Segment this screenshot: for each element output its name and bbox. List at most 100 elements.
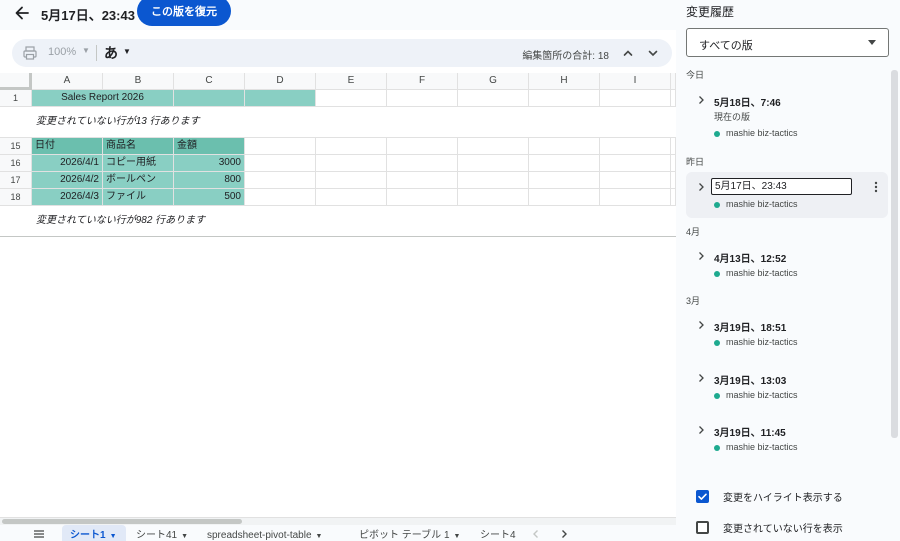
input-tools-select[interactable]: あ bbox=[104, 43, 118, 63]
cell[interactable] bbox=[387, 155, 458, 172]
column-header[interactable]: A bbox=[32, 73, 103, 90]
amount-cell[interactable]: 800 bbox=[174, 172, 245, 189]
cell[interactable] bbox=[316, 90, 387, 107]
unchanged-rows-notice[interactable]: 変更されていない行が13 行あります bbox=[0, 107, 676, 138]
cell[interactable] bbox=[458, 138, 529, 155]
cell[interactable] bbox=[458, 189, 529, 206]
version-name-input[interactable]: 5月17日、23:43 bbox=[711, 178, 852, 195]
sheet-tab[interactable]: シート41 ▼ bbox=[136, 525, 188, 541]
product-cell[interactable]: ボールペン bbox=[103, 172, 174, 189]
chevron-left-icon[interactable] bbox=[530, 528, 542, 540]
cell[interactable] bbox=[600, 138, 671, 155]
product-cell[interactable]: ファイル bbox=[103, 189, 174, 206]
cell[interactable] bbox=[316, 155, 387, 172]
report-title-cell[interactable]: Sales Report 2026 bbox=[32, 90, 174, 107]
sheet-tab[interactable]: シート4 bbox=[480, 525, 520, 541]
cell[interactable] bbox=[600, 172, 671, 189]
cell[interactable] bbox=[458, 172, 529, 189]
cell[interactable] bbox=[316, 172, 387, 189]
version-item[interactable]: 3月19日、18:51 mashie biz-tactics bbox=[686, 311, 888, 356]
chevron-right-icon[interactable] bbox=[696, 320, 706, 330]
version-item[interactable]: 4月13日、12:52 mashie biz-tactics bbox=[686, 242, 888, 287]
print-icon[interactable] bbox=[22, 45, 38, 61]
cell[interactable] bbox=[529, 90, 600, 107]
horizontal-scrollbar[interactable] bbox=[0, 517, 676, 525]
cell[interactable] bbox=[387, 172, 458, 189]
header-cell-date[interactable]: 日付 bbox=[32, 138, 103, 155]
panel-scrollbar[interactable] bbox=[891, 70, 898, 438]
cell[interactable] bbox=[600, 90, 671, 107]
sheet-tab[interactable]: シート1 ▼ bbox=[62, 525, 126, 541]
row-number[interactable]: 15 bbox=[0, 138, 32, 155]
cell[interactable] bbox=[245, 155, 316, 172]
column-header[interactable]: H bbox=[529, 73, 600, 90]
column-header[interactable]: D bbox=[245, 73, 316, 90]
restore-version-button[interactable]: この版を復元 bbox=[137, 0, 231, 26]
column-header[interactable]: E bbox=[316, 73, 387, 90]
row-number[interactable]: 17 bbox=[0, 172, 32, 189]
zoom-select[interactable]: 100% bbox=[48, 46, 76, 58]
cell[interactable] bbox=[245, 90, 316, 107]
chevron-right-icon[interactable] bbox=[696, 425, 706, 435]
scrollbar-thumb[interactable] bbox=[2, 519, 242, 524]
product-cell[interactable]: コピー用紙 bbox=[103, 155, 174, 172]
version-item[interactable]: 3月19日、13:03 mashie biz-tactics bbox=[686, 364, 888, 409]
chevron-right-icon[interactable] bbox=[558, 528, 570, 540]
unchanged-rows-notice[interactable]: 変更されていない行が982 行あります bbox=[0, 206, 676, 237]
cell[interactable] bbox=[600, 155, 671, 172]
chevron-right-icon[interactable] bbox=[696, 373, 706, 383]
version-item[interactable]: 5月18日、7:46 現在の版 mashie biz-tactics bbox=[686, 86, 888, 144]
chevron-right-icon[interactable] bbox=[696, 182, 706, 192]
cell[interactable] bbox=[458, 155, 529, 172]
header-cell-product[interactable]: 商品名 bbox=[103, 138, 174, 155]
row-number[interactable]: 1 bbox=[0, 90, 32, 107]
sheet-tab[interactable]: ピボット テーブル 1 ▼ bbox=[359, 525, 460, 541]
cell[interactable] bbox=[174, 90, 245, 107]
row-number[interactable]: 16 bbox=[0, 155, 32, 172]
highlight-changes-option[interactable]: 変更をハイライト表示する bbox=[696, 488, 843, 504]
checkbox-checked[interactable] bbox=[696, 489, 709, 503]
row-number[interactable]: 18 bbox=[0, 189, 32, 206]
cell[interactable] bbox=[316, 138, 387, 155]
amount-cell[interactable]: 500 bbox=[174, 189, 245, 206]
amount-cell[interactable]: 3000 bbox=[174, 155, 245, 172]
cell[interactable] bbox=[387, 138, 458, 155]
previous-edit-icon[interactable] bbox=[621, 46, 635, 60]
date-cell[interactable]: 2026/4/3 bbox=[32, 189, 103, 206]
version-item[interactable]: 3月19日、11:45 mashie biz-tactics bbox=[686, 416, 888, 461]
cell[interactable] bbox=[529, 155, 600, 172]
spreadsheet-preview: 5月17日、23:43 この版を復元 100% ▼ あ ▼ 編集箇所の合計: 1… bbox=[0, 0, 676, 541]
select-all-corner[interactable] bbox=[0, 73, 32, 90]
cell[interactable] bbox=[387, 189, 458, 206]
version-filter-dropdown[interactable]: すべての版 bbox=[686, 28, 889, 57]
column-header[interactable]: C bbox=[174, 73, 245, 90]
checkbox-unchecked[interactable] bbox=[696, 520, 709, 534]
column-header[interactable]: B bbox=[103, 73, 174, 90]
next-edit-icon[interactable] bbox=[646, 46, 660, 60]
cell[interactable] bbox=[245, 138, 316, 155]
section-today: 今日 bbox=[686, 70, 705, 80]
column-header[interactable]: G bbox=[458, 73, 529, 90]
version-item-selected[interactable]: 5月17日、23:43 mashie biz-tactics bbox=[686, 172, 888, 218]
cell[interactable] bbox=[600, 189, 671, 206]
back-arrow-icon[interactable] bbox=[12, 3, 32, 23]
column-header[interactable]: I bbox=[600, 73, 671, 90]
header-cell-amount[interactable]: 金額 bbox=[174, 138, 245, 155]
date-cell[interactable]: 2026/4/1 bbox=[32, 155, 103, 172]
date-cell[interactable]: 2026/4/2 bbox=[32, 172, 103, 189]
chevron-right-icon[interactable] bbox=[696, 251, 706, 261]
cell[interactable] bbox=[529, 189, 600, 206]
all-sheets-menu-icon[interactable] bbox=[33, 528, 45, 540]
show-unchanged-rows-option[interactable]: 変更されていない行を表示 bbox=[696, 519, 843, 535]
cell[interactable] bbox=[245, 172, 316, 189]
column-header[interactable]: F bbox=[387, 73, 458, 90]
cell[interactable] bbox=[529, 172, 600, 189]
cell[interactable] bbox=[316, 189, 387, 206]
cell[interactable] bbox=[387, 90, 458, 107]
chevron-right-icon[interactable] bbox=[696, 95, 706, 105]
cell[interactable] bbox=[458, 90, 529, 107]
sheet-tab[interactable]: spreadsheet-pivot-table ▼ bbox=[207, 525, 322, 541]
cell[interactable] bbox=[529, 138, 600, 155]
more-vert-icon[interactable] bbox=[874, 181, 878, 193]
cell[interactable] bbox=[245, 189, 316, 206]
